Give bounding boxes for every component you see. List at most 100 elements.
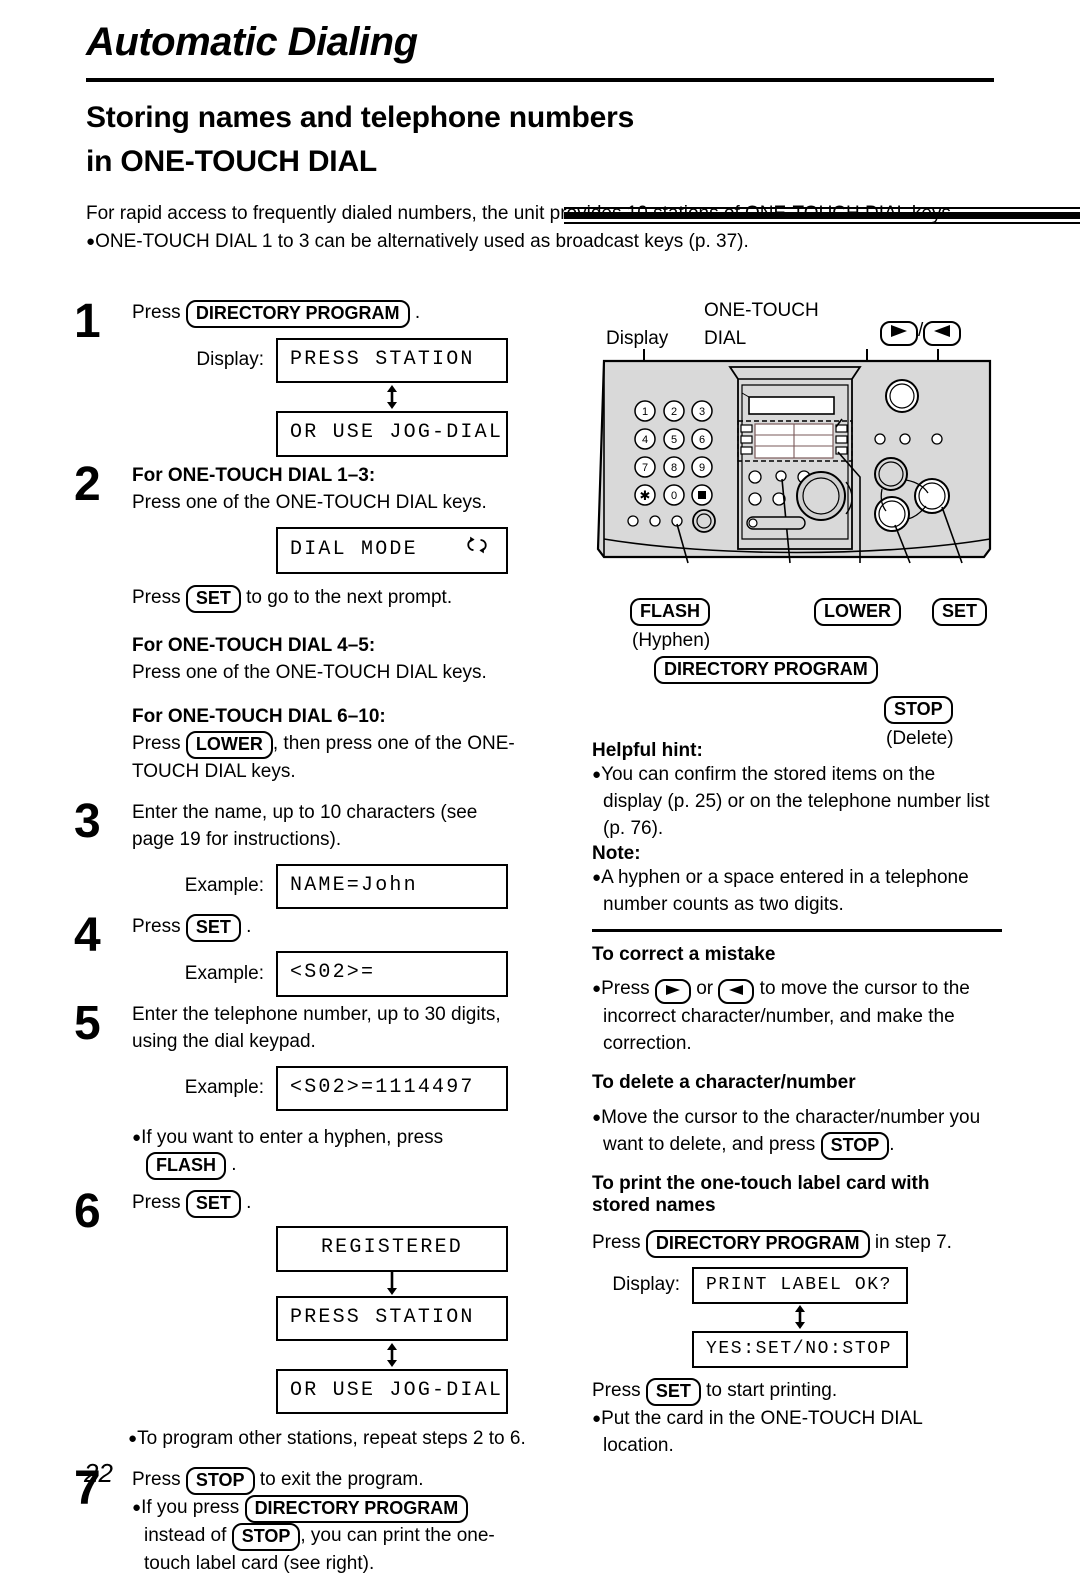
correct-or: or <box>696 977 714 999</box>
step-5-body: Enter the telephone number, up to 30 dig… <box>132 1002 584 1181</box>
delete-a: Move the cursor to the character/number … <box>601 1106 981 1128</box>
stop-key[interactable]: STOP <box>185 1467 255 1496</box>
step-6-press-label: Press <box>132 1192 181 1214</box>
helpful-hint-b: display (p. 25) or on the telephone numb… <box>603 790 990 812</box>
bullet-dot: ● <box>592 766 602 783</box>
correct-mistake-block: To correct a mistake ●Press or to move t… <box>592 944 1002 1058</box>
step-5-text-b: using the dial keypad. <box>132 1030 316 1052</box>
step-6-bullet-text: To program other stations, repeat steps … <box>137 1428 526 1450</box>
set-key[interactable]: SET <box>185 585 241 614</box>
step-6: 6 Press SET . REGISTERED PRESS STATION O… <box>74 1188 584 1453</box>
note-b: number counts as two digits. <box>603 893 844 915</box>
right-column: Display ONE-TOUCH DIAL / 1 2 3 4 5 6 7 8… <box>592 296 1002 1460</box>
stop-key-delete[interactable]: STOP <box>820 1131 890 1160</box>
step-2-text-6-10-b: , then press one of the ONE- <box>272 733 515 755</box>
step-5-bullet-b: . <box>231 1154 237 1176</box>
print-label-block: To print the one-touch label card with s… <box>592 1173 1002 1460</box>
set-key-step4[interactable]: SET <box>185 914 241 943</box>
down-arrow-icon <box>387 1271 397 1295</box>
step-7-tail: to exit the program. <box>259 1469 424 1491</box>
set-key-step6[interactable]: SET <box>185 1190 241 1219</box>
step-3-text-b: page 19 for instructions). <box>132 829 342 851</box>
callout-display-label: Display <box>606 328 669 349</box>
right-arrow-key-inline[interactable] <box>654 978 691 1004</box>
lower-key[interactable]: LOWER <box>185 731 273 760</box>
step-2-number: 2 <box>74 457 101 511</box>
stop-delete-sub: (Delete) <box>886 728 954 749</box>
device-key-captions: FLASH (Hyphen) LOWER SET DIRECTORY PROGR… <box>592 592 1002 749</box>
step-1-period: . <box>414 302 421 323</box>
callout-one-touch-line2: DIAL <box>704 328 747 349</box>
print-bullet: ●Put the card in the ONE-TOUCH DIAL loca… <box>592 1406 1002 1460</box>
keypad-digit-6: 6 <box>699 434 705 446</box>
left-arrow-key-inline[interactable] <box>718 978 755 1004</box>
fax-machine-panel-drawing: 1 2 3 4 5 6 7 8 9 ✱ 0 <box>596 349 992 564</box>
step-4-number: 4 <box>74 909 101 963</box>
lower-key-caption[interactable]: LOWER <box>814 598 901 627</box>
correct-c: incorrect character/number, and make the <box>603 1005 955 1027</box>
stop-key-step7[interactable]: STOP <box>231 1523 301 1552</box>
step-1-number: 1 <box>74 295 101 348</box>
lcd-s02-empty: <S02>= <box>276 951 508 997</box>
print-press2: Press <box>592 1379 641 1401</box>
step-7-bullet-c: , you can print the one- <box>300 1525 495 1547</box>
section-divider <box>592 928 1002 932</box>
lcd-name-john: NAME=John <box>276 864 508 910</box>
lcd-print-label-ok: PRINT LABEL OK? <box>692 1266 908 1304</box>
step-7: 7 Press STOP to exit the program. ●If yo… <box>74 1465 584 1578</box>
step-2-text-6-10-c: TOUCH DIAL keys. <box>132 761 296 783</box>
print-tail2: to start printing. <box>706 1379 838 1401</box>
step-2-tail: to go to the next prompt. <box>246 587 453 609</box>
flash-key-caption[interactable]: FLASH <box>630 598 710 627</box>
left-arrow-icon <box>934 325 951 337</box>
step-1-press-label: Press <box>132 302 181 323</box>
right-arrow-icon <box>665 984 680 995</box>
step-5-text-a: Enter the telephone number, up to 30 dig… <box>132 1003 501 1025</box>
step-2-body: For ONE-TOUCH DIAL 1–3: Press one of the… <box>132 463 584 786</box>
print-bullet-a: Put the card in the ONE-TOUCH DIAL <box>601 1407 923 1429</box>
keypad-digit-9: 9 <box>699 462 705 474</box>
device-illustration: Display ONE-TOUCH DIAL / 1 2 3 4 5 6 7 8… <box>592 296 1002 596</box>
flash-key[interactable]: FLASH <box>146 1152 226 1181</box>
set-key-caption[interactable]: SET <box>932 598 988 627</box>
step-7-bullet-a: If you press <box>141 1497 240 1519</box>
chapter-title: Automatic Dialing <box>86 20 418 64</box>
directory-program-key[interactable]: DIRECTORY PROGRAM <box>185 300 410 329</box>
step-3-number: 3 <box>74 795 101 849</box>
directory-program-key-step7[interactable]: DIRECTORY PROGRAM <box>244 1495 469 1524</box>
step-7-bullet-b: instead of <box>144 1525 227 1547</box>
helpful-hint-block: Helpful hint: ●You can confirm the store… <box>592 740 1002 919</box>
bullet-dot: ● <box>132 1129 142 1147</box>
left-arrow-key[interactable] <box>923 321 962 346</box>
print-press-row: Press DIRECTORY PROGRAM in step 7. <box>592 1229 1002 1258</box>
correct-a: Press <box>601 977 650 999</box>
set-key-print[interactable]: SET <box>645 1377 701 1406</box>
delete-head: To delete a character/number <box>592 1071 856 1093</box>
print-tail: in step 7. <box>874 1231 952 1253</box>
directory-program-key-print[interactable]: DIRECTORY PROGRAM <box>645 1229 870 1258</box>
section-title-line1: Storing names and telephone numbers <box>86 101 635 134</box>
lcd-dial-mode: DIAL MODE <box>276 526 508 575</box>
helpful-hint-body: ●You can confirm the stored items on the… <box>592 762 1002 843</box>
step-2-text-6-10: Press LOWER, then press one of the ONE- … <box>132 731 584 786</box>
stop-key-caption[interactable]: STOP <box>884 696 953 725</box>
page-number: 22 <box>84 1458 113 1488</box>
bullet-dot: ● <box>132 1499 142 1517</box>
directory-program-key-caption[interactable]: DIRECTORY PROGRAM <box>654 656 878 685</box>
right-arrow-key[interactable] <box>880 321 918 346</box>
bullet-dot: ● <box>128 1430 138 1448</box>
step-3-text-a: Enter the name, up to 10 characters (see <box>132 802 478 824</box>
right-arrow-icon <box>891 325 907 337</box>
step-1-display-label: Display: <box>196 349 264 371</box>
step-3-example-label: Example: <box>184 875 264 897</box>
bullet-dot: ● <box>86 232 96 250</box>
step-4-press-label: Press <box>132 916 181 938</box>
step-3-body: Enter the name, up to 10 characters (see… <box>132 800 584 910</box>
keypad-digit-8: 8 <box>671 462 677 474</box>
keypad-asterisk: ✱ <box>640 488 651 503</box>
bullet-dot: ● <box>592 1409 602 1427</box>
delete-character-block: To delete a character/number ●Move the c… <box>592 1072 1002 1160</box>
lcd-or-use-jog-dial: OR USE JOG-DIAL <box>276 411 508 457</box>
manual-page: Automatic Dialing Storing names and tele… <box>0 0 1080 1574</box>
note-a: A hyphen or a space entered in a telepho… <box>601 866 969 888</box>
